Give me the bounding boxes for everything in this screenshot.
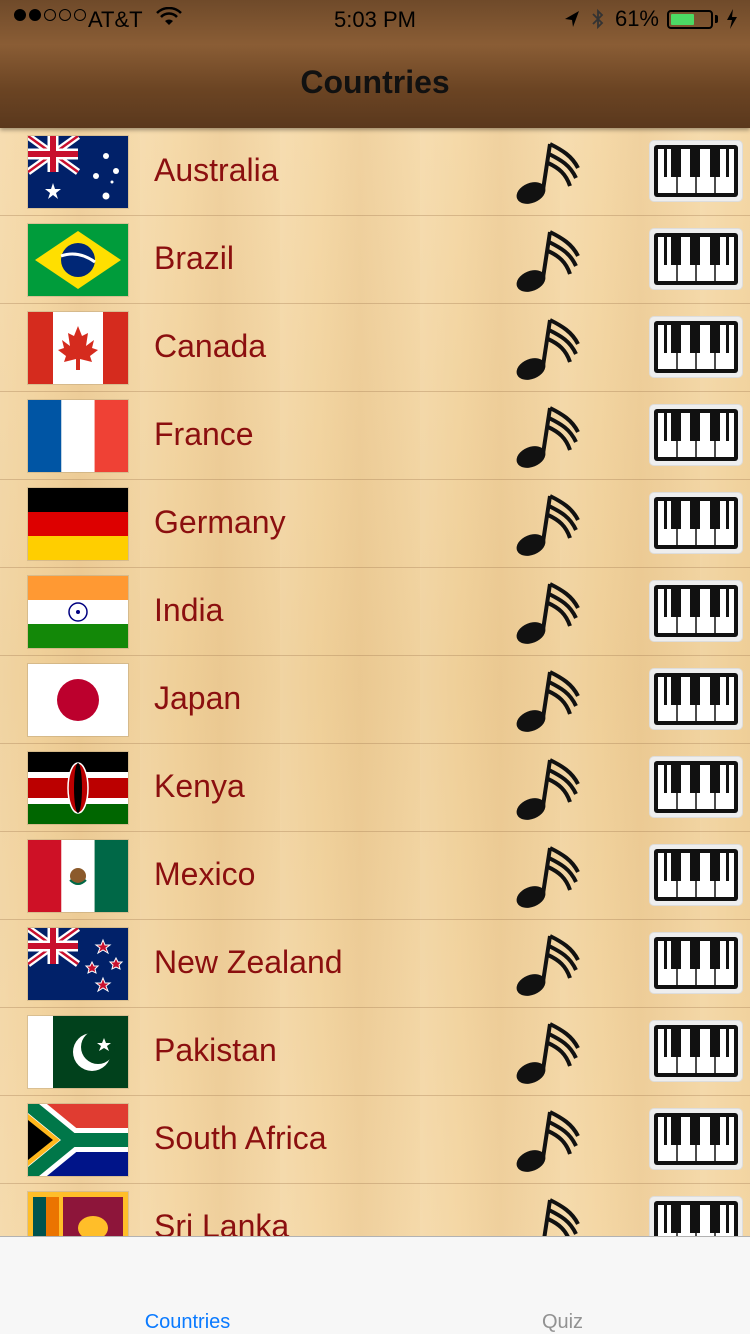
piano-keys-icon[interactable]: [650, 1021, 742, 1081]
piano-keys-icon[interactable]: [650, 493, 742, 553]
france-flag: [28, 400, 128, 472]
music-note-icon[interactable]: [514, 930, 584, 1000]
country-name: France: [154, 416, 254, 452]
sri-lanka-flag: [28, 1192, 128, 1236]
list-item[interactable]: New Zealand: [0, 920, 750, 1008]
country-name: Japan: [154, 680, 242, 716]
list-item[interactable]: France: [0, 392, 750, 480]
new-zealand-flag: [28, 928, 128, 1000]
tab-quiz[interactable]: Quiz: [375, 1311, 750, 1334]
australia-flag: [28, 136, 128, 208]
list-item[interactable]: Australia: [0, 128, 750, 216]
list-item[interactable]: Pakistan: [0, 1008, 750, 1096]
list-item[interactable]: Kenya: [0, 744, 750, 832]
piano-keys-icon[interactable]: [650, 229, 742, 289]
list-item[interactable]: Brazil: [0, 216, 750, 304]
country-name: New Zealand: [154, 944, 343, 980]
tab-bar: Countries Quiz: [0, 1236, 750, 1334]
piano-keys-icon[interactable]: [650, 581, 742, 641]
piano-keys-icon[interactable]: [650, 405, 742, 465]
music-note-icon[interactable]: [514, 1106, 584, 1176]
japan-flag: [28, 664, 128, 736]
music-note-icon[interactable]: [514, 226, 584, 296]
country-name: Mexico: [154, 856, 256, 892]
charging-bolt-icon: [727, 9, 737, 29]
music-note-icon[interactable]: [514, 1018, 584, 1088]
list-item[interactable]: Germany: [0, 480, 750, 568]
status-bar: AT&T 5:03 PM 61%: [0, 0, 750, 40]
brazil-flag: [28, 224, 128, 296]
piano-keys-icon[interactable]: [650, 141, 742, 201]
kenya-flag: [28, 752, 128, 824]
country-name: Germany: [154, 504, 286, 540]
piano-keys-icon[interactable]: [650, 757, 742, 817]
list-item[interactable]: Canada: [0, 304, 750, 392]
list-item[interactable]: Japan: [0, 656, 750, 744]
location-arrow-icon: [564, 11, 579, 27]
canada-flag: [28, 312, 128, 384]
india-flag: [28, 576, 128, 648]
pakistan-flag: [28, 1016, 128, 1088]
country-name: Australia: [154, 152, 279, 188]
list-item[interactable]: India: [0, 568, 750, 656]
mexico-flag: [28, 840, 128, 912]
piano-keys-icon[interactable]: [650, 669, 742, 729]
bluetooth-icon: [592, 8, 604, 30]
battery-percent: 61%: [614, 6, 659, 31]
list-item[interactable]: Sri Lanka: [0, 1184, 750, 1236]
piano-keys-icon[interactable]: [650, 1197, 742, 1236]
music-note-icon[interactable]: [514, 138, 584, 208]
piano-keys-icon[interactable]: [650, 317, 742, 377]
page-title: Countries: [300, 64, 450, 100]
music-note-icon[interactable]: [514, 1194, 584, 1236]
country-name: Pakistan: [154, 1032, 277, 1068]
battery-icon: [667, 9, 718, 29]
piano-keys-icon[interactable]: [650, 1109, 742, 1169]
south-africa-flag: [28, 1104, 128, 1176]
header: AT&T 5:03 PM 61% Countries: [0, 0, 750, 128]
piano-keys-icon[interactable]: [650, 845, 742, 905]
germany-flag: [28, 488, 128, 560]
country-name: South Africa: [154, 1120, 327, 1156]
music-note-icon[interactable]: [514, 490, 584, 560]
list-item[interactable]: South Africa: [0, 1096, 750, 1184]
music-note-icon[interactable]: [514, 402, 584, 472]
music-note-icon[interactable]: [514, 314, 584, 384]
country-name: Canada: [154, 328, 267, 364]
music-note-icon[interactable]: [514, 754, 584, 824]
piano-keys-icon[interactable]: [650, 933, 742, 993]
music-note-icon[interactable]: [514, 666, 584, 736]
country-name: India: [154, 592, 224, 628]
tab-countries[interactable]: Countries: [0, 1311, 375, 1334]
music-note-icon[interactable]: [514, 842, 584, 912]
country-name: Brazil: [154, 240, 235, 276]
country-name: Sri Lanka: [154, 1208, 290, 1236]
music-note-icon[interactable]: [514, 578, 584, 648]
country-name: Kenya: [154, 768, 245, 804]
countries-list[interactable]: Australia Brazil Canada France Germany I…: [0, 128, 750, 1236]
list-item[interactable]: Mexico: [0, 832, 750, 920]
